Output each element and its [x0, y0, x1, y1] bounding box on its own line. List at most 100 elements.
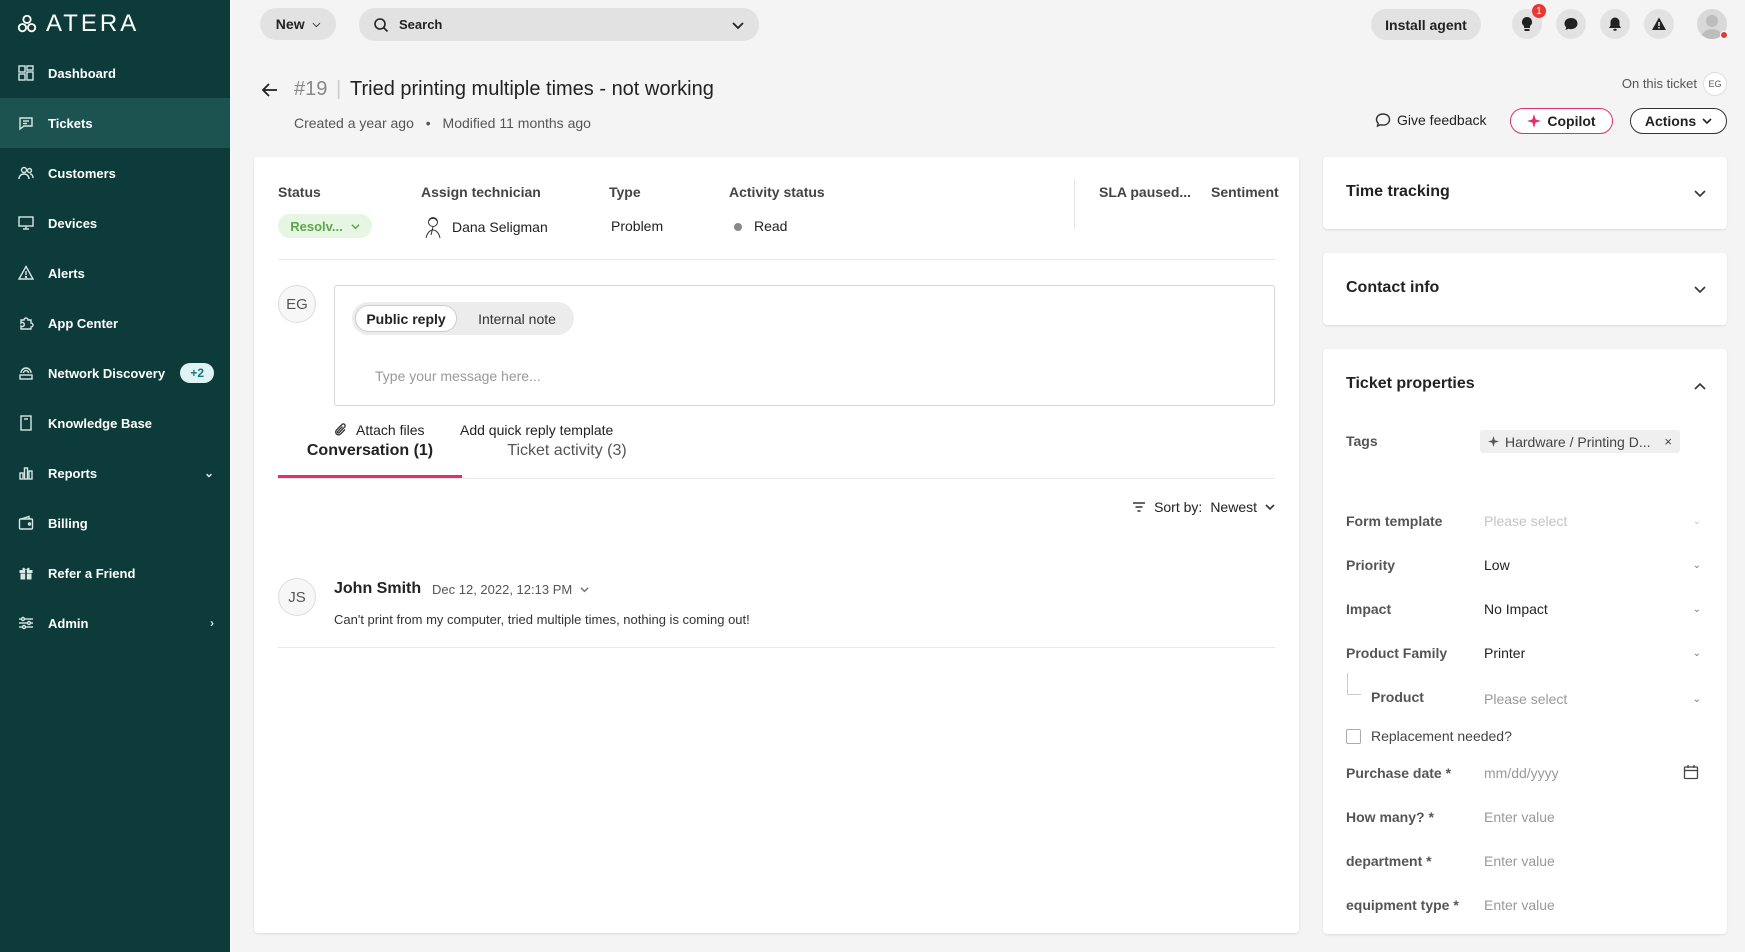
chevron-down-icon	[351, 223, 360, 229]
warning-icon	[16, 263, 36, 283]
purchase-date-input[interactable]: mm/dd/yyyy	[1484, 765, 1559, 781]
sidebar-item-network-discovery[interactable]: Network Discovery +2	[0, 348, 230, 398]
copilot-button[interactable]: Copilot	[1510, 108, 1613, 134]
time-tracking-title: Time tracking	[1346, 183, 1450, 200]
sliders-icon	[16, 613, 36, 633]
sidebar-item-knowledge-base[interactable]: Knowledge Base	[0, 398, 230, 448]
how-many-input[interactable]: Enter value	[1484, 809, 1555, 825]
sort-prefix: Sort by:	[1154, 499, 1203, 515]
ticket-meta: Created a year ago • Modified 11 months …	[294, 115, 591, 131]
tab-conversation[interactable]: Conversation (1)	[278, 442, 462, 471]
network-icon	[16, 363, 36, 383]
sidebar-item-app-center[interactable]: App Center	[0, 298, 230, 348]
actions-button[interactable]: Actions	[1630, 108, 1727, 134]
atera-logo[interactable]: ATERA	[0, 0, 230, 48]
sidebar-item-alerts[interactable]: Alerts	[0, 248, 230, 298]
new-button[interactable]: New ⌵	[260, 8, 336, 40]
viewer-avatar[interactable]: EG	[1703, 72, 1727, 96]
message-author-avatar: JS	[278, 578, 316, 616]
chevron-down-icon[interactable]: ⌄	[1693, 648, 1701, 659]
chevron-up-icon[interactable]	[1693, 379, 1707, 393]
ticket-title[interactable]: Tried printing multiple times - not work…	[350, 78, 714, 101]
product-label: Product	[1371, 689, 1424, 705]
search-input[interactable]: Search	[359, 8, 759, 41]
product-family-select[interactable]: Printer	[1484, 645, 1525, 661]
customers-icon	[16, 163, 36, 183]
chevron-down-icon[interactable]	[1693, 187, 1707, 201]
sla-paused-label: SLA paused...	[1099, 184, 1192, 200]
chat-button[interactable]	[1556, 9, 1586, 39]
product-select[interactable]: Please select	[1484, 691, 1567, 707]
sort-value: Newest	[1210, 499, 1257, 515]
ticket-main-card: Status Resolv... Assign technician Dana …	[254, 157, 1299, 933]
status-value: Resolv...	[290, 218, 343, 234]
lightbulb-button[interactable]: 1	[1512, 4, 1546, 39]
contact-info-panel[interactable]: Contact info	[1323, 253, 1727, 325]
sidebar-item-reports[interactable]: Reports ⌄	[0, 448, 230, 498]
sidebar-item-tickets[interactable]: Tickets	[0, 98, 230, 148]
tabs-divider	[278, 478, 1275, 479]
sidebar-item-refer-a-friend[interactable]: Refer a Friend	[0, 548, 230, 598]
attach-files-button[interactable]: Attach files	[334, 422, 424, 438]
activity-status-text: Read	[754, 218, 788, 234]
department-input[interactable]: Enter value	[1484, 853, 1555, 869]
quick-reply-template-button[interactable]: Add quick reply template	[460, 422, 613, 438]
equipment-type-input[interactable]: Enter value	[1484, 897, 1555, 913]
sidebar-item-billing[interactable]: Billing	[0, 498, 230, 548]
chevron-right-icon[interactable]: ›	[210, 616, 214, 630]
sidebar-item-admin[interactable]: Admin ›	[0, 598, 230, 648]
close-icon[interactable]: ×	[1664, 434, 1672, 449]
message-date[interactable]: Dec 12, 2022, 12:13 PM	[432, 582, 589, 597]
tag-chip[interactable]: Hardware / Printing D... ×	[1480, 430, 1680, 453]
sidebar-item-customers[interactable]: Customers	[0, 148, 230, 198]
message-date-text: Dec 12, 2022, 12:13 PM	[432, 582, 573, 597]
sort-dropdown[interactable]: Sort by: Newest	[1132, 499, 1275, 515]
tab-ticket-activity[interactable]: Ticket activity (3)	[482, 442, 652, 460]
monitor-icon	[16, 213, 36, 233]
alerts-button[interactable]	[1644, 9, 1674, 39]
chevron-down-icon[interactable]	[731, 18, 745, 32]
chevron-down-icon[interactable]: ⌄	[204, 466, 214, 480]
chevron-down-icon[interactable]: ⌄	[1693, 694, 1701, 705]
title-separator: |	[336, 78, 342, 100]
public-reply-tab[interactable]: Public reply	[355, 305, 457, 332]
type-value[interactable]: Problem	[611, 218, 663, 234]
priority-select[interactable]: Low	[1484, 557, 1510, 573]
message-input[interactable]	[375, 368, 1235, 384]
notification-count-badge: 1	[1532, 4, 1546, 18]
time-tracking-panel[interactable]: Time tracking	[1323, 157, 1727, 229]
ticket-icon	[16, 113, 36, 133]
sidebar-item-devices[interactable]: Devices	[0, 198, 230, 248]
chevron-down-icon[interactable]: ⌄	[1693, 516, 1701, 527]
form-template-select[interactable]: Please select	[1484, 513, 1567, 529]
equipment-type-label: equipment type *	[1346, 897, 1459, 913]
new-button-label: New	[275, 16, 305, 32]
created-text: Created a year ago	[294, 115, 414, 131]
internal-note-tab[interactable]: Internal note	[464, 305, 570, 332]
chat-bubble-icon	[1375, 113, 1391, 128]
sparkle-icon	[1527, 114, 1542, 128]
sidebar-item-label: Dashboard	[48, 65, 116, 81]
dashboard-icon	[16, 63, 36, 83]
status-dropdown[interactable]: Resolv...	[278, 214, 372, 238]
modified-text: Modified 11 months ago	[442, 115, 591, 131]
give-feedback-button[interactable]: Give feedback	[1375, 112, 1487, 128]
replacement-checkbox[interactable]	[1346, 729, 1361, 744]
back-arrow-icon[interactable]	[260, 80, 280, 106]
impact-select[interactable]: No Impact	[1484, 601, 1548, 617]
message-author: John Smith	[334, 580, 422, 597]
chevron-down-icon[interactable]: ⌄	[1693, 560, 1701, 571]
sidebar-item-label: Admin	[48, 615, 89, 631]
search-icon	[374, 17, 389, 32]
assign-technician-field[interactable]: Dana Seligman	[422, 215, 548, 239]
sidebar-item-dashboard[interactable]: Dashboard	[0, 48, 230, 98]
chevron-down-icon[interactable]: ⌄	[1693, 604, 1701, 615]
paperclip-icon	[335, 423, 346, 436]
calendar-icon[interactable]	[1683, 764, 1699, 780]
install-agent-button[interactable]: Install agent	[1371, 9, 1481, 40]
notifications-button[interactable]	[1600, 9, 1630, 39]
chevron-down-icon[interactable]	[1693, 283, 1707, 297]
meta-dot: •	[425, 115, 431, 131]
attach-files-label: Attach files	[356, 422, 425, 438]
sidebar: ATERA Dashboard Tickets Customers Device…	[0, 0, 230, 952]
